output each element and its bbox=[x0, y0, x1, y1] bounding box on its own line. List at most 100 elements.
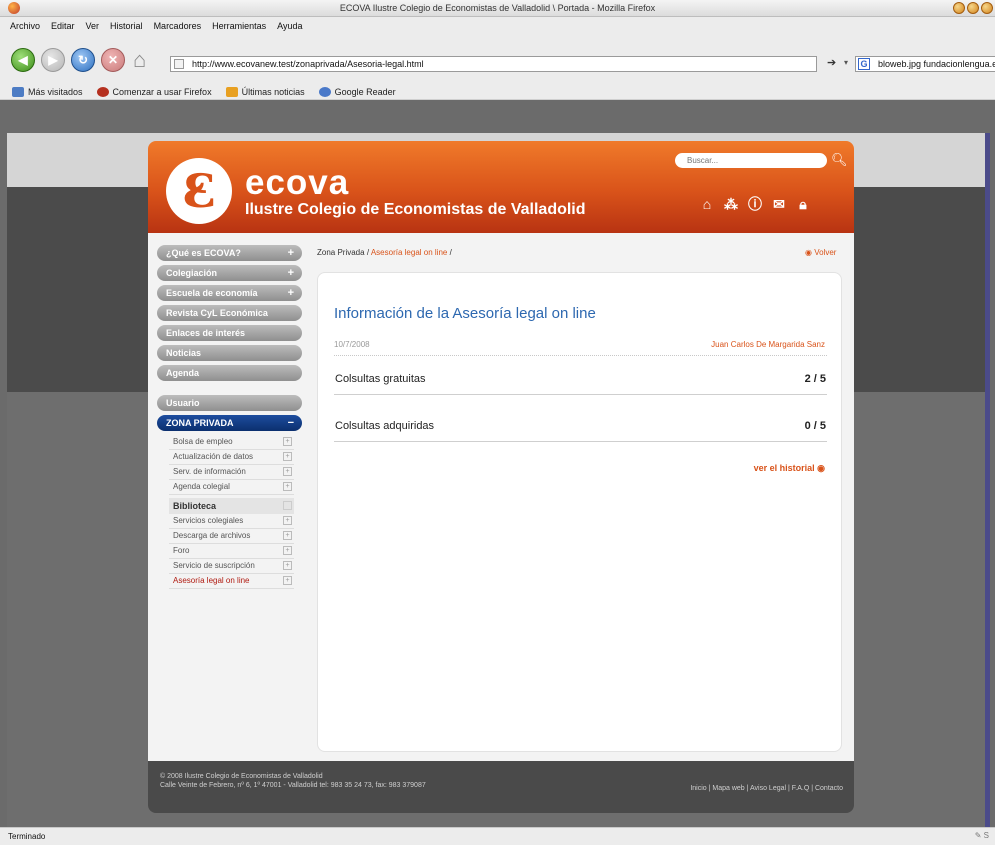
google-icon[interactable]: G bbox=[858, 58, 870, 70]
menu-editar[interactable]: Editar bbox=[51, 21, 75, 31]
back-arrow-icon: ◀ bbox=[18, 53, 28, 67]
expand-icon: + bbox=[283, 516, 292, 525]
url-bar[interactable]: http://www.ecovanew.test/zonaprivada/Ase… bbox=[170, 56, 817, 72]
menu-bar: Archivo Editar Ver Historial Marcadores … bbox=[0, 17, 995, 34]
status-bar: Terminado ✎ S bbox=[0, 827, 995, 845]
url-text[interactable]: http://www.ecovanew.test/zonaprivada/Ase… bbox=[192, 59, 424, 69]
viewport-edge bbox=[985, 133, 990, 827]
ecova-logo[interactable]: Ꜫ bbox=[166, 158, 232, 224]
expand-icon: + bbox=[283, 437, 292, 446]
url-dropdown-icon[interactable]: ▾ bbox=[844, 58, 848, 67]
expand-icon: + bbox=[283, 467, 292, 476]
site-header: Ꜫ ecova Ilustre Colegio de Economistas d… bbox=[148, 141, 854, 233]
menu-archivo[interactable]: Archivo bbox=[10, 21, 40, 31]
content-author[interactable]: Juan Carlos De Margarida Sanz bbox=[711, 340, 825, 349]
close-button[interactable] bbox=[981, 2, 993, 14]
logo-e-icon: Ꜫ bbox=[182, 164, 215, 218]
site-search-input[interactable] bbox=[675, 153, 827, 168]
consultas-gratuitas-row: Colsultas gratuitas 2 / 5 bbox=[334, 365, 827, 395]
site-container: Ꜫ ecova Ilustre Colegio de Economistas d… bbox=[148, 141, 854, 813]
status-text: Terminado bbox=[8, 832, 46, 841]
header-icons: ⌂ ⁂ ⓘ ✉ 🔒︎ bbox=[699, 196, 811, 212]
forward-button[interactable]: ▶ bbox=[41, 48, 65, 72]
site-search-field[interactable] bbox=[675, 153, 827, 168]
sidebar-item-que-es-ecova[interactable]: ¿Qué es ECOVA? + bbox=[157, 245, 302, 261]
maximize-button[interactable] bbox=[967, 2, 979, 14]
sidebar-item-colegiacion[interactable]: Colegiación + bbox=[157, 265, 302, 281]
info-icon[interactable]: ⓘ bbox=[747, 196, 763, 212]
menu-ayuda[interactable]: Ayuda bbox=[277, 21, 302, 31]
plus-icon: + bbox=[287, 267, 294, 279]
menu-historial[interactable]: Historial bbox=[110, 21, 143, 31]
menu-ver[interactable]: Ver bbox=[86, 21, 100, 31]
menu-herramientas[interactable]: Herramientas bbox=[212, 21, 266, 31]
footer-links[interactable]: Inicio | Mapa web | Aviso Legal | F.A.Q … bbox=[690, 785, 843, 792]
subitem-asesoria-legal[interactable]: Asesoría legal on line + bbox=[169, 574, 294, 589]
browser-search-box[interactable]: G bloweb.jpg fundacionlengua.es bbox=[855, 56, 995, 72]
bookmark-google-reader[interactable]: Google Reader bbox=[318, 86, 396, 97]
sidebar-item-agenda[interactable]: Agenda bbox=[157, 365, 302, 381]
browser-search-text[interactable]: bloweb.jpg fundacionlengua.es bbox=[878, 59, 995, 69]
site-brand[interactable]: ecova bbox=[245, 163, 349, 203]
reload-button[interactable]: ↻ bbox=[71, 48, 95, 72]
subitem-actualizacion[interactable]: Actualización de datos + bbox=[169, 450, 294, 465]
home-icon[interactable]: ⌂ bbox=[699, 196, 715, 212]
plus-icon: + bbox=[287, 247, 294, 259]
bookmark-comenzar[interactable]: Comenzar a usar Firefox bbox=[96, 86, 212, 97]
rss-folder-icon bbox=[225, 86, 238, 97]
plus-icon: + bbox=[287, 287, 294, 299]
ver-historial-link[interactable]: ver el historial ◉ bbox=[754, 463, 825, 474]
site-subtitle: Ilustre Colegio de Economistas de Vallad… bbox=[245, 201, 586, 218]
subitem-servicios-colegiales[interactable]: Servicios colegiales + bbox=[169, 514, 294, 529]
consultas-adquiridas-row: Colsultas adquiridas 0 / 5 bbox=[334, 412, 827, 442]
go-arrow-icon[interactable]: ➔ bbox=[827, 56, 836, 69]
subitem-serv-informacion[interactable]: Serv. de información + bbox=[169, 465, 294, 480]
subitem-descarga-archivos[interactable]: Descarga de archivos + bbox=[169, 529, 294, 544]
subitem-foro[interactable]: Foro + bbox=[169, 544, 294, 559]
status-icons: ✎ S bbox=[974, 831, 989, 840]
sidebar-item-usuario[interactable]: Usuario bbox=[157, 395, 302, 411]
stop-button[interactable]: ✕ bbox=[101, 48, 125, 72]
bookmark-ultimas-noticias[interactable]: Últimas noticias bbox=[225, 86, 305, 97]
window-titlebar: ECOVA Ilustre Colegio de Economistas de … bbox=[0, 0, 995, 17]
firefox-bookmark-icon bbox=[96, 86, 109, 97]
sidebar-item-escuela[interactable]: Escuela de economía + bbox=[157, 285, 302, 301]
arrow-circle-icon: ◉ bbox=[817, 463, 825, 473]
breadcrumb-current[interactable]: Asesoría legal on line bbox=[371, 248, 448, 257]
bookmark-mas-visitados[interactable]: Más visitados bbox=[12, 86, 83, 97]
volver-link[interactable]: ◉ Volver bbox=[805, 248, 836, 257]
sidebar-item-revista[interactable]: Revista CyL Económica bbox=[157, 305, 302, 321]
minimize-button[interactable] bbox=[953, 2, 965, 14]
site-body: ¿Qué es ECOVA? + Colegiación + Escuela de … bbox=[148, 233, 854, 761]
menu-marcadores[interactable]: Marcadores bbox=[154, 21, 202, 31]
expand-icon: + bbox=[283, 546, 292, 555]
content-card: Información de la Asesoría legal on line… bbox=[317, 272, 842, 752]
divider bbox=[334, 355, 827, 356]
folder-icon bbox=[12, 86, 24, 97]
site-footer: © 2008 Ilustre Colegio de Economistas de… bbox=[148, 761, 854, 813]
stop-icon: ✕ bbox=[107, 53, 119, 67]
sidebar-item-enlaces[interactable]: Enlaces de interés bbox=[157, 325, 302, 341]
search-icon[interactable]: 🔍︎ bbox=[831, 152, 848, 168]
page-favicon bbox=[174, 59, 184, 69]
home-button[interactable]: ⌂ bbox=[133, 48, 159, 72]
expand-icon: + bbox=[283, 561, 292, 570]
lock-icon[interactable]: 🔒︎ bbox=[795, 196, 811, 212]
sidebar-item-noticias[interactable]: Noticias bbox=[157, 345, 302, 361]
page-viewport: Ꜫ ecova Ilustre Colegio de Economistas d… bbox=[7, 133, 990, 827]
subitem-agenda-colegial[interactable]: Agenda colegial + bbox=[169, 480, 294, 495]
bookmarks-toolbar: Más visitados Comenzar a usar Firefox Úl… bbox=[0, 84, 995, 100]
sidebar: ¿Qué es ECOVA? + Colegiación + Escuela de … bbox=[157, 245, 302, 589]
sidebar-item-zona-privada[interactable]: ZONA PRIVADA − bbox=[157, 415, 302, 431]
breadcrumb-home[interactable]: Zona Privada bbox=[317, 248, 365, 257]
footer-copyright: © 2008 Ilustre Colegio de Economistas de… bbox=[160, 773, 426, 789]
subitem-bolsa-empleo[interactable]: Bolsa de empleo + bbox=[169, 435, 294, 450]
mail-icon[interactable]: ✉ bbox=[771, 196, 787, 212]
minus-icon: − bbox=[287, 417, 294, 429]
library-heading[interactable]: Biblioteca bbox=[169, 498, 294, 514]
back-button[interactable]: ◀ bbox=[11, 48, 35, 72]
page-title: Información de la Asesoría legal on line bbox=[334, 305, 596, 322]
subitem-suscripcion[interactable]: Servicio de suscripción + bbox=[169, 559, 294, 574]
sitemap-icon[interactable]: ⁂ bbox=[723, 196, 739, 212]
expand-icon: + bbox=[283, 576, 292, 585]
